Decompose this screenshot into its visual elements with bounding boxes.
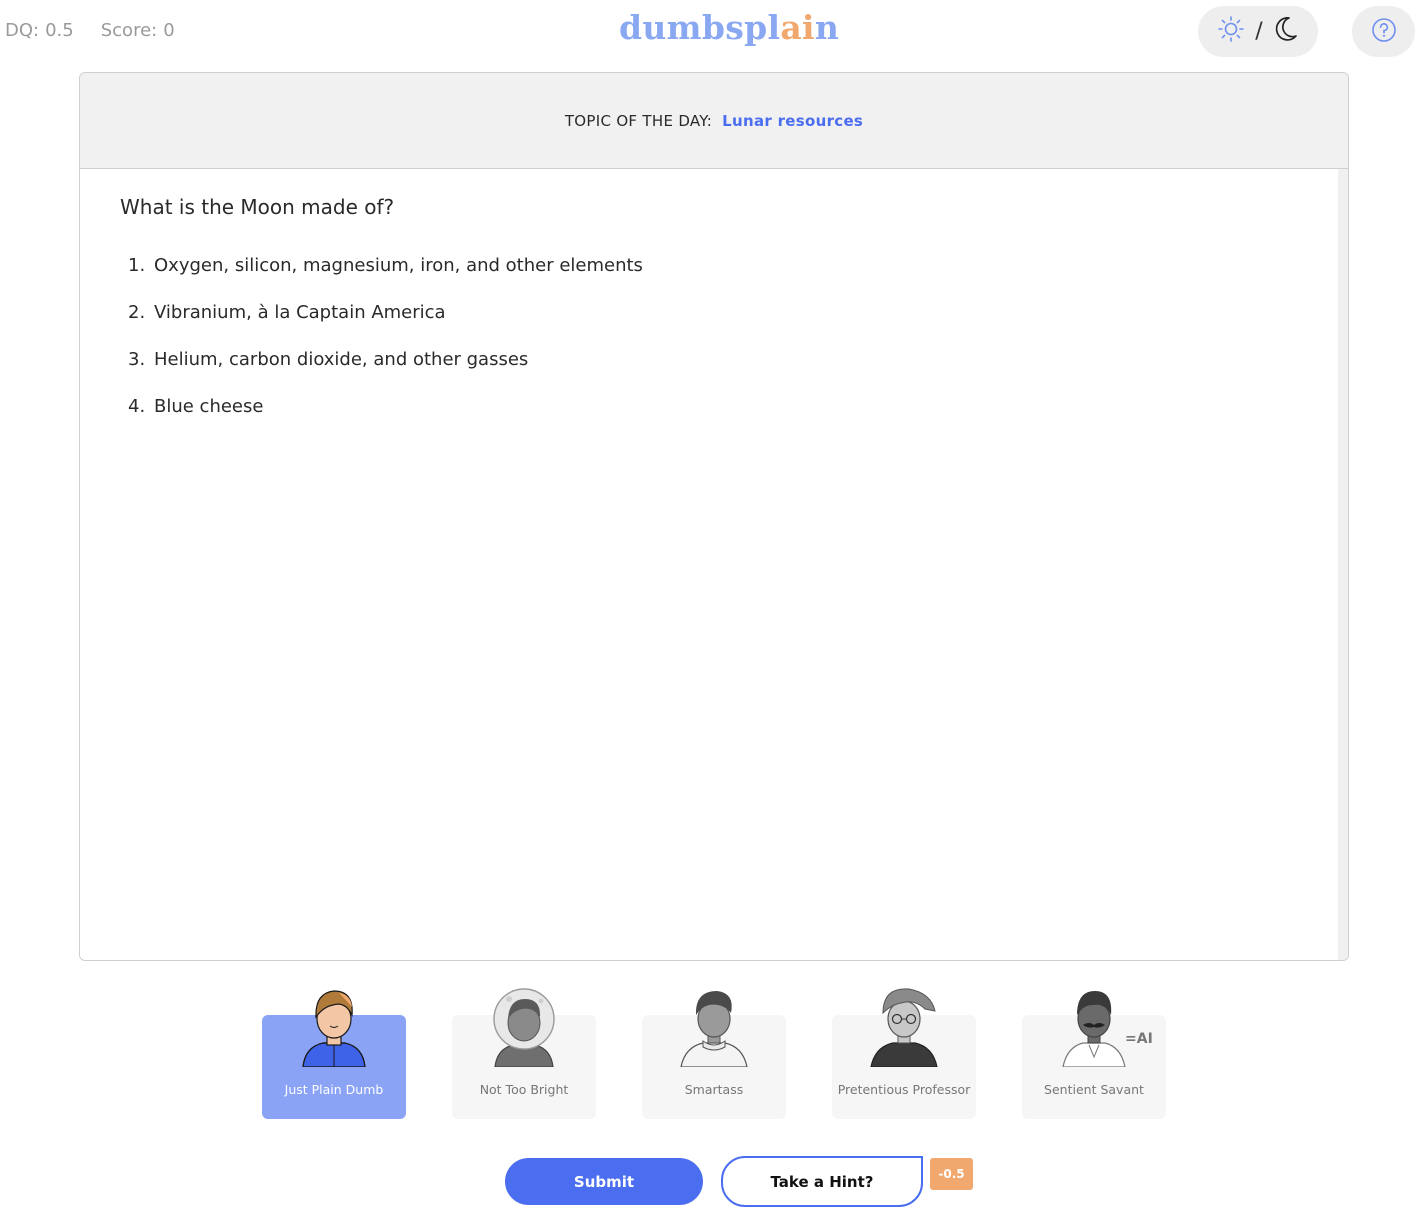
persona-sentient-savant[interactable]: =AI Sentient Savant: [1022, 985, 1166, 1119]
persona-smartass[interactable]: Smartass: [642, 985, 786, 1119]
logo-text-accent: ai: [780, 8, 815, 47]
answer-text: Oxygen, silicon, magnesium, iron, and ot…: [154, 255, 643, 276]
topic-value: Lunar resources: [722, 111, 864, 130]
persona-label: Not Too Bright: [479, 1082, 569, 1097]
answer-option-3[interactable]: 3. Helium, carbon dioxide, and other gass…: [120, 349, 1308, 396]
logo-text-tail: n: [814, 8, 840, 47]
ai-tag: =AI: [1125, 1031, 1153, 1047]
answer-option-2[interactable]: 2. Vibranium, à la Captain America: [120, 302, 1308, 349]
topic-label: TOPIC OF THE DAY:: [564, 111, 713, 130]
persona-just-plain-dumb[interactable]: Just Plain Dumb: [262, 985, 406, 1119]
score-stat: Score: 0: [101, 20, 175, 41]
sun-icon[interactable]: [1217, 15, 1245, 49]
not-too-bright-avatar-icon: [493, 988, 555, 1067]
theme-toggle[interactable]: /: [1198, 6, 1318, 57]
theme-separator: /: [1255, 19, 1263, 44]
logo-text-main: dumbspl: [619, 8, 781, 47]
just-plain-dumb-avatar-icon: [302, 990, 366, 1067]
scrollbar[interactable]: [1338, 169, 1348, 960]
smartass-avatar-icon: [680, 991, 748, 1067]
answer-list: 1. Oxygen, silicon, magnesium, iron, and …: [120, 255, 1308, 443]
persona-not-too-bright[interactable]: Not Too Bright: [452, 985, 596, 1119]
dq-label: DQ:: [5, 20, 40, 41]
topic-header: TOPIC OF THE DAY: Lunar resources: [80, 73, 1348, 169]
dq-value: 0.5: [45, 20, 74, 41]
pretentious-professor-avatar-icon: [870, 988, 938, 1067]
question-text: What is the Moon made of?: [120, 195, 395, 219]
answer-text: Blue cheese: [154, 396, 264, 417]
question-body: What is the Moon made of? 1. Oxygen, sili…: [80, 169, 1348, 960]
hint-button[interactable]: Take a Hint?: [721, 1156, 923, 1207]
help-icon[interactable]: [1371, 17, 1397, 47]
persona-label: Just Plain Dumb: [284, 1082, 384, 1097]
answer-option-1[interactable]: 1. Oxygen, silicon, magnesium, iron, and …: [120, 255, 1308, 302]
moon-icon[interactable]: [1273, 15, 1299, 49]
app-logo: dumbsplain: [619, 8, 839, 47]
hint-cost-badge: -0.5: [930, 1158, 973, 1190]
answer-text: Helium, carbon dioxide, and other gasses: [154, 349, 529, 370]
question-card: TOPIC OF THE DAY: Lunar resources What i…: [79, 72, 1349, 961]
persona-pretentious-professor[interactable]: Pretentious Professor: [832, 985, 976, 1119]
dq-stat: DQ: 0.5: [5, 20, 74, 41]
answer-number: 3.: [128, 349, 146, 370]
persona-label: Sentient Savant: [1044, 1082, 1144, 1097]
score-value: 0: [163, 20, 175, 41]
persona-label: Pretentious Professor: [837, 1082, 971, 1097]
answer-option-4[interactable]: 4. Blue cheese: [120, 396, 1308, 443]
answer-number: 2.: [128, 302, 146, 323]
sentient-savant-avatar-icon: [1062, 991, 1126, 1067]
stats-bar: DQ: 0.5 Score: 0: [5, 20, 175, 41]
submit-button[interactable]: Submit: [505, 1158, 703, 1205]
answer-text: Vibranium, à la Captain America: [154, 302, 446, 323]
help-button[interactable]: [1352, 6, 1415, 57]
persona-label: Smartass: [684, 1082, 744, 1097]
persona-selector: Just Plain Dumb Not Too Bright Smartass: [262, 985, 1166, 1119]
answer-number: 4.: [128, 396, 146, 417]
score-label: Score:: [100, 20, 158, 41]
answer-number: 1.: [128, 255, 146, 276]
